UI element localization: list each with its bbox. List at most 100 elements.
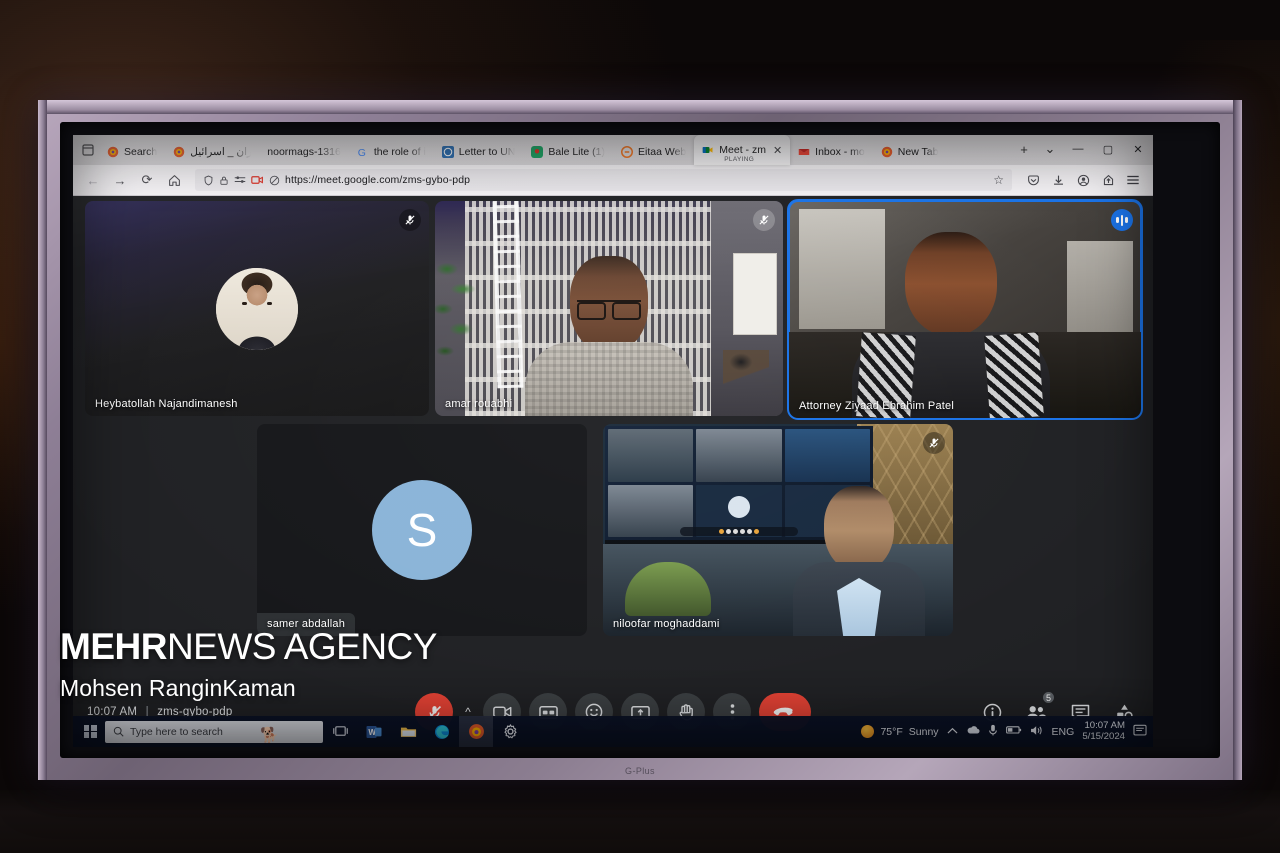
participant-tile-4[interactable]: niloofar moghaddami: [603, 424, 953, 636]
speaking-indicator-icon: [1111, 209, 1133, 231]
un-icon: [441, 146, 454, 158]
browser-tab-1[interactable]: ایران _ اسرائیل: [165, 139, 259, 165]
bookmark-star-icon[interactable]: ☆: [993, 173, 1004, 187]
window-close-button[interactable]: ✕: [1123, 135, 1153, 163]
firefox-browser-window: Search ایران _ اسرائیل noormags-1316 G t…: [73, 135, 1153, 196]
lock-icon[interactable]: [219, 175, 229, 186]
shield-icon[interactable]: [203, 175, 214, 186]
tab-close-icon[interactable]: ✕: [773, 144, 782, 157]
window-minimize-button[interactable]: —: [1063, 135, 1093, 163]
url-bar[interactable]: https://meet.google.com/zms-gybo-pdp ☆: [195, 169, 1012, 191]
tab-label: Inbox - mo: [815, 146, 865, 158]
wall-frame: [733, 253, 777, 335]
pocket-icon[interactable]: [1021, 168, 1045, 192]
browser-tab-4[interactable]: Letter to UN: [434, 139, 524, 165]
participant-tile-3[interactable]: S samer abdallah: [257, 424, 587, 636]
browser-tab-3[interactable]: G the role of i: [349, 139, 434, 165]
participant-tile-2[interactable]: Attorney Ziyaad Ebrahim Patel: [787, 199, 1143, 420]
home-icon[interactable]: [162, 168, 186, 192]
settings-button[interactable]: [493, 716, 527, 747]
battery-icon[interactable]: [1005, 725, 1022, 738]
permissions-icon[interactable]: [234, 175, 246, 185]
meet-icon: [703, 147, 713, 153]
weather-widget[interactable]: 75°F Sunny: [861, 725, 939, 738]
tab-label: Letter to UN: [458, 146, 516, 158]
firefox-button[interactable]: [459, 716, 493, 747]
plant: [435, 255, 481, 385]
browser-tab-9[interactable]: New Tab: [873, 139, 947, 165]
scarf-right: [984, 332, 1044, 418]
browser-tab-8[interactable]: Inbox - mo: [790, 139, 873, 165]
notifications-icon[interactable]: [1133, 724, 1147, 740]
word-button[interactable]: W: [357, 716, 391, 747]
language-indicator[interactable]: ENG: [1052, 726, 1075, 738]
account-icon[interactable]: [1071, 168, 1095, 192]
new-tab-button[interactable]: +: [1011, 136, 1037, 162]
weather-temperature: 75°F: [880, 725, 903, 738]
bezel-top-highlight: [38, 100, 1242, 114]
back-icon[interactable]: ←: [81, 168, 105, 192]
tab-label: Bale Lite (1): [548, 146, 606, 158]
participant-tile-0[interactable]: Heybatollah Najandimanesh: [85, 201, 429, 416]
windows-start-button[interactable]: [75, 725, 105, 738]
camera-blocked-icon[interactable]: [251, 175, 264, 185]
clock-time: 10:07 AM: [1084, 719, 1125, 731]
search-icon: [113, 726, 124, 737]
menu-icon[interactable]: [1121, 168, 1145, 192]
tab-label: the role of i: [373, 146, 426, 158]
search-placeholder: Type here to search: [130, 725, 223, 738]
taskbar-clock[interactable]: 10:07 AM 5/15/2024: [1082, 719, 1125, 742]
autoplay-blocked-icon[interactable]: [269, 175, 280, 186]
task-view-button[interactable]: [323, 716, 357, 747]
list-all-tabs-icon[interactable]: [77, 137, 99, 163]
gmail-icon: [798, 149, 810, 155]
browser-tab-5[interactable]: Bale Lite (1): [523, 139, 613, 165]
avatar-eye-right: [267, 301, 272, 305]
window-maximize-button[interactable]: ▢: [1093, 135, 1123, 163]
tab-label: Search: [124, 146, 158, 158]
tab-label: ایران _ اسرائیل: [190, 146, 252, 158]
firefox-icon: [107, 146, 119, 158]
mic-off-icon: [399, 209, 421, 231]
microphone-icon[interactable]: [988, 724, 998, 739]
svg-text:G: G: [358, 147, 366, 158]
reload-icon[interactable]: ⟳: [135, 168, 159, 192]
onedrive-icon[interactable]: [966, 725, 980, 738]
sync-icon[interactable]: [1096, 168, 1120, 192]
participant-name: amar rouabhi: [445, 398, 513, 410]
clock-date: 5/15/2024: [1082, 730, 1125, 742]
avatar-initial: S: [372, 480, 472, 580]
participant-name: niloofar moghaddami: [613, 618, 720, 630]
firefox-icon: [881, 146, 893, 158]
browser-tab-7-active[interactable]: Meet - zm ✕ PLAYING: [694, 135, 791, 165]
browser-tab-6[interactable]: Eitaa Web: [613, 139, 694, 165]
browser-tab-0[interactable]: Search: [99, 139, 165, 165]
forward-icon[interactable]: →: [108, 168, 132, 192]
browser-tab-2[interactable]: noormags-1316: [259, 139, 349, 165]
weather-description: Sunny: [908, 725, 939, 738]
downloads-icon[interactable]: [1046, 168, 1070, 192]
taskbar-search-input[interactable]: Type here to search 🐕: [105, 720, 323, 743]
display-toolbar: [680, 527, 798, 536]
volume-icon[interactable]: [1030, 725, 1044, 739]
browser-navigation-bar: ← → ⟳ https://meet.google.com/zms-gybo-p…: [73, 165, 1153, 196]
file-explorer-button[interactable]: [391, 716, 425, 747]
google-icon: G: [358, 147, 366, 158]
bezel-right-edge: [1233, 100, 1242, 780]
firefox-icon: [174, 146, 185, 158]
chevron-up-icon[interactable]: [947, 726, 958, 738]
browser-toolbar-right: [1021, 168, 1145, 192]
bezel-left-edge: [38, 100, 47, 780]
edge-button[interactable]: [425, 716, 459, 747]
tab-label: New Tab: [897, 146, 939, 158]
browser-tab-strip: Search ایران _ اسرائیل noormags-1316 G t…: [73, 135, 1153, 165]
mic-off-icon: [923, 432, 945, 454]
tab-label: Eitaa Web: [638, 146, 687, 158]
list-all-tabs-button[interactable]: ⌄: [1037, 136, 1063, 162]
system-tray: 75°F Sunny ENG 10:07 AM 5/15/2024: [861, 719, 1151, 742]
participant-video-figure: [525, 256, 693, 416]
participant-name: samer abdallah: [257, 613, 356, 636]
participant-tile-1[interactable]: amar rouabhi: [435, 201, 783, 416]
display-cell: [696, 429, 782, 482]
eitaa-icon: [621, 146, 634, 158]
